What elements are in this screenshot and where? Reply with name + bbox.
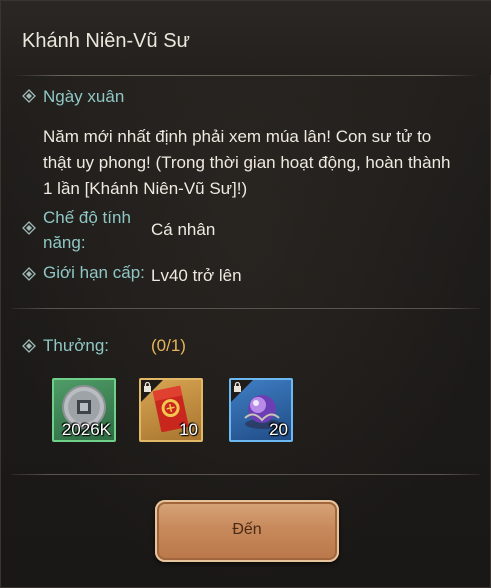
- panel-title: Khánh Niên-Vũ Sư: [22, 30, 190, 52]
- diamond-bullet-icon: [22, 267, 36, 281]
- mode-value: Cá nhân: [151, 220, 216, 239]
- reward-item-purple-orb[interactable]: 20: [229, 378, 293, 442]
- lock-icon: [141, 380, 163, 402]
- title-divider: [13, 75, 478, 76]
- title-bar: Khánh Niên-Vũ Sư: [1, 1, 491, 75]
- diamond-bullet-icon: [22, 89, 36, 103]
- reward-label: Thưởng:: [43, 336, 109, 355]
- level-value: Lv40 trở lên: [151, 266, 242, 285]
- section-divider: [11, 474, 480, 475]
- diamond-bullet-icon: [22, 339, 36, 353]
- reward-progress: (0/1): [151, 336, 186, 355]
- lock-icon: [231, 380, 253, 402]
- event-name: Ngày xuân: [43, 87, 125, 106]
- mode-label: Chế độ tính năng:: [43, 208, 131, 252]
- reward-item-silver-coin[interactable]: 2026K: [52, 378, 116, 442]
- go-button[interactable]: Đến: [155, 500, 339, 562]
- item-quantity: 20: [269, 420, 288, 439]
- section-divider: [11, 308, 480, 309]
- diamond-bullet-icon: [22, 221, 36, 235]
- reward-item-red-envelope[interactable]: 10: [139, 378, 203, 442]
- item-quantity: 2026K: [61, 420, 111, 439]
- level-label: Giới hạn cấp:: [43, 263, 145, 282]
- go-button-label: Đến: [232, 521, 262, 538]
- event-description: Năm mới nhất định phải xem múa lân! Con …: [43, 127, 451, 198]
- item-quantity: 10: [179, 420, 198, 439]
- event-panel: Khánh Niên-Vũ Sư Ngày xuân Năm mới nhất …: [0, 0, 491, 588]
